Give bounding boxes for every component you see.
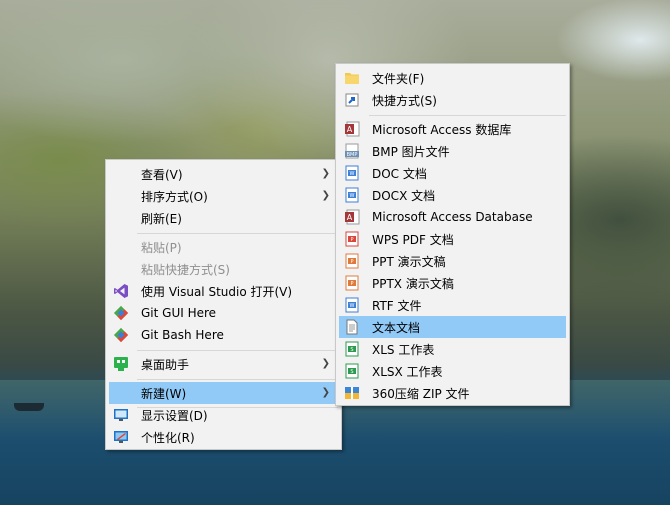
new-zip-item[interactable]: 360压缩 ZIP 文件 [339,382,566,404]
menu-item-label: 粘贴快捷方式(S) [141,262,230,277]
menu-item-new[interactable]: 新建(W) ❯ [109,382,338,404]
svg-text:W: W [350,303,355,309]
desktop-assistant-icon [113,356,129,372]
menu-item-label: 查看(V) [141,167,183,182]
new-access-db-item[interactable]: A Microsoft Access 数据库 [339,118,566,140]
menu-item-paste-shortcut[interactable]: 粘贴快捷方式(S) [109,258,338,280]
new-ppt-item[interactable]: P PPT 演示文稿 [339,250,566,272]
menu-item-label: 桌面助手 [141,357,190,372]
menu-item-label: RTF 文件 [372,298,422,313]
pptx-icon: P [344,275,360,291]
access-icon: A [344,121,360,137]
new-xls-item[interactable]: S XLS 工作表 [339,338,566,360]
svg-text:S: S [350,369,353,375]
menu-item-label: PPTX 演示文稿 [372,276,454,291]
menu-item-open-with-visual-studio[interactable]: 使用 Visual Studio 打开(V) [109,280,338,302]
svg-text:P: P [350,281,353,287]
new-docx-item[interactable]: W DOCX 文档 [339,184,566,206]
menu-item-desktop-assistant[interactable]: 桌面助手 ❯ [109,353,338,375]
menu-item-label: WPS PDF 文档 [372,232,454,247]
personalize-icon [113,429,129,445]
new-rtf-item[interactable]: W RTF 文件 [339,294,566,316]
new-access-database-item[interactable]: A Microsoft Access Database [339,206,566,228]
git-icon [113,327,129,343]
menu-item-label: 新建(W) [141,386,187,401]
menu-item-personalize[interactable]: 个性化(R) [109,426,338,448]
submenu-arrow-icon: ❯ [321,387,330,398]
menu-item-label: Git GUI Here [141,306,217,320]
new-wps-pdf-item[interactable]: P WPS PDF 文档 [339,228,566,250]
menu-item-label: 文件夹(F) [372,71,425,86]
menu-item-label: Microsoft Access 数据库 [372,122,512,137]
svg-text:W: W [350,171,355,177]
text-document-icon [344,319,360,335]
submenu-arrow-icon: ❯ [321,190,330,201]
ppt-icon: P [344,253,360,269]
menu-item-label: 粘贴(P) [141,240,182,255]
menu-item-label: XLS 工作表 [372,342,435,357]
menu-item-label: 个性化(R) [141,430,195,445]
menu-item-label: 360压缩 ZIP 文件 [372,386,470,401]
svg-text:BMP: BMP [347,152,358,158]
bmp-icon: BMP [344,143,360,159]
display-settings-icon [113,407,129,423]
submenu-arrow-icon: ❯ [321,358,330,369]
menu-item-paste[interactable]: 粘贴(P) [109,236,338,258]
pdf-icon: P [344,231,360,247]
menu-item-label: Git Bash Here [141,328,224,342]
menu-item-label: PPT 演示文稿 [372,254,446,269]
folder-icon [344,70,360,86]
xlsx-icon: S [344,363,360,379]
new-submenu: 文件夹(F) 快捷方式(S) A Microsoft Access 数据库 BM… [335,63,570,406]
new-bmp-item[interactable]: BMP BMP 图片文件 [339,140,566,162]
menu-item-label: DOCX 文档 [372,188,436,203]
menu-item-label: 刷新(E) [141,211,182,226]
menu-item-label: DOC 文档 [372,166,427,181]
menu-item-label: 排序方式(O) [141,189,208,204]
menu-item-display-settings[interactable]: 显示设置(D) [109,404,338,426]
menu-item-git-bash-here[interactable]: Git Bash Here [109,324,338,346]
svg-text:A: A [347,213,353,222]
new-pptx-item[interactable]: P PPTX 演示文稿 [339,272,566,294]
svg-text:P: P [350,237,353,243]
new-xlsx-item[interactable]: S XLSX 工作表 [339,360,566,382]
access-icon: A [344,209,360,225]
new-text-document-item[interactable]: 文本文档 [339,316,566,338]
svg-text:S: S [350,347,353,353]
visual-studio-icon [113,283,129,299]
submenu-arrow-icon: ❯ [321,168,330,179]
menu-separator [369,115,566,116]
wallpaper-boat [14,403,44,411]
rtf-icon: W [344,297,360,313]
menu-item-label: Microsoft Access Database [372,210,533,224]
menu-item-label: BMP 图片文件 [372,144,450,159]
menu-item-sort-by[interactable]: 排序方式(O) ❯ [109,185,338,207]
shortcut-icon [344,92,360,108]
menu-item-label: 显示设置(D) [141,408,208,423]
zip-icon [344,385,360,401]
menu-separator [137,233,338,234]
menu-item-view[interactable]: 查看(V) ❯ [109,163,338,185]
menu-item-refresh[interactable]: 刷新(E) [109,207,338,229]
desktop-context-menu: 查看(V) ❯ 排序方式(O) ❯ 刷新(E) 粘贴(P) 粘贴快捷方式(S) … [105,159,342,450]
git-icon [113,305,129,321]
menu-separator [137,350,338,351]
doc-icon: W [344,165,360,181]
new-doc-item[interactable]: W DOC 文档 [339,162,566,184]
menu-item-label: 快捷方式(S) [372,93,437,108]
svg-text:P: P [350,259,353,265]
docx-icon: W [344,187,360,203]
xls-icon: S [344,341,360,357]
new-folder-item[interactable]: 文件夹(F) [339,67,566,89]
svg-text:A: A [347,125,353,134]
svg-text:W: W [350,193,355,199]
new-shortcut-item[interactable]: 快捷方式(S) [339,89,566,111]
menu-item-label: 使用 Visual Studio 打开(V) [141,284,293,299]
menu-item-label: XLSX 工作表 [372,364,443,379]
menu-item-git-gui-here[interactable]: Git GUI Here [109,302,338,324]
menu-item-label: 文本文档 [372,320,421,335]
menu-separator [137,379,338,380]
